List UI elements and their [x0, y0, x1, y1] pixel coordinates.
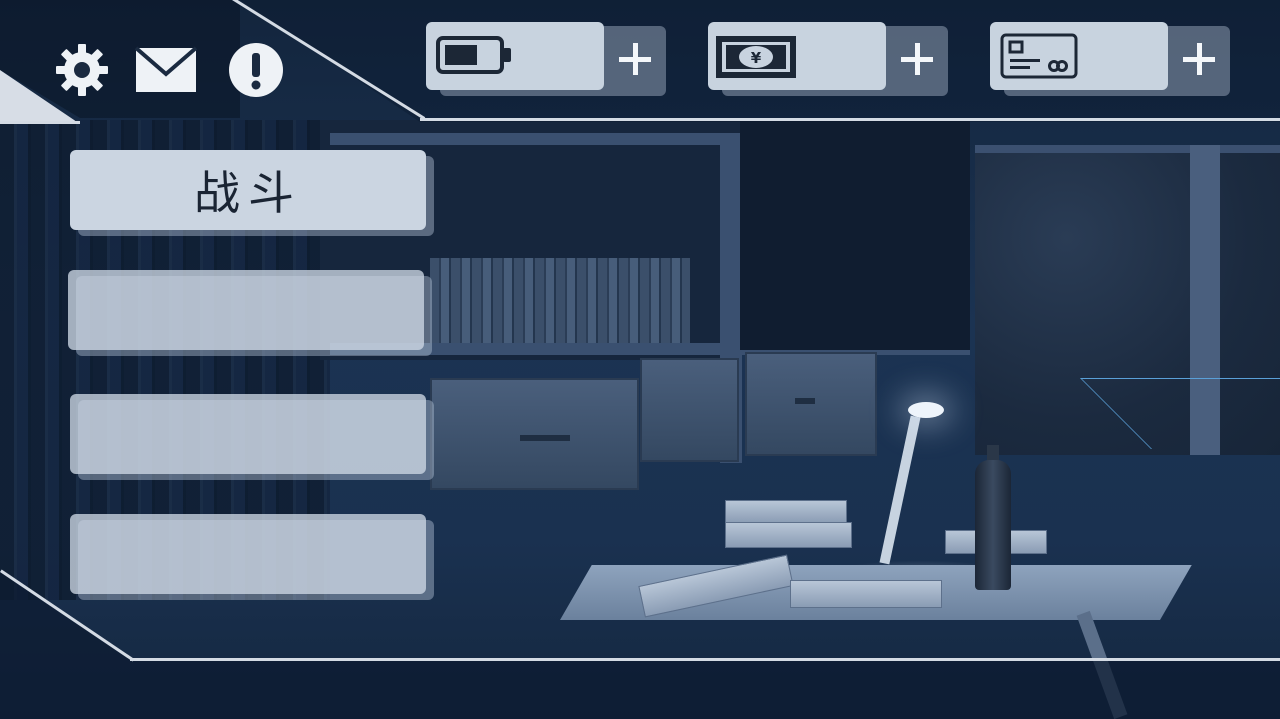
add-card-button[interactable]	[1168, 26, 1230, 92]
resource-panel	[426, 22, 604, 90]
left-divider-line	[0, 121, 80, 124]
menu-button-label: 战斗	[194, 166, 302, 220]
battery-icon	[436, 32, 514, 82]
resource-panel: ¥	[708, 22, 886, 90]
mail-button[interactable]	[135, 40, 197, 100]
bottom-divider-line	[130, 658, 1280, 661]
top-divider-line	[420, 118, 1280, 121]
add-currency-button[interactable]	[886, 26, 948, 92]
resource-energy	[426, 22, 666, 96]
books-row	[430, 258, 690, 343]
drawer-3	[745, 352, 877, 456]
book-stack	[725, 500, 847, 524]
window-frame	[975, 145, 1280, 153]
resource-card	[990, 22, 1230, 96]
bottle	[975, 460, 1011, 590]
settings-button[interactable]	[52, 40, 112, 100]
drawer-2	[640, 358, 739, 462]
menu-button-4[interactable]	[70, 514, 434, 600]
book-closed	[790, 580, 942, 608]
add-energy-button[interactable]	[604, 26, 666, 92]
resource-currency: ¥	[708, 22, 948, 96]
exclamation-icon	[228, 42, 284, 98]
drawer-handle	[520, 435, 570, 441]
menu-button-3[interactable]	[70, 394, 434, 480]
drawer-1	[430, 378, 639, 490]
cabinet-dark	[740, 120, 970, 350]
book-stack	[725, 522, 852, 548]
menu-button-2[interactable]	[68, 270, 432, 356]
card-icon	[1000, 33, 1078, 83]
game-main-screen: ¥ 战斗	[0, 0, 1280, 719]
drawer-handle	[795, 398, 815, 404]
envelope-icon	[135, 46, 197, 94]
resource-panel	[990, 22, 1168, 90]
notice-button[interactable]	[226, 40, 286, 100]
yen-symbol: ¥	[751, 49, 762, 67]
desk-lamp-head	[908, 402, 944, 418]
gear-icon	[53, 41, 111, 99]
yen-banknote-icon: ¥	[714, 34, 798, 84]
menu-button-battle[interactable]: 战斗	[70, 150, 434, 236]
